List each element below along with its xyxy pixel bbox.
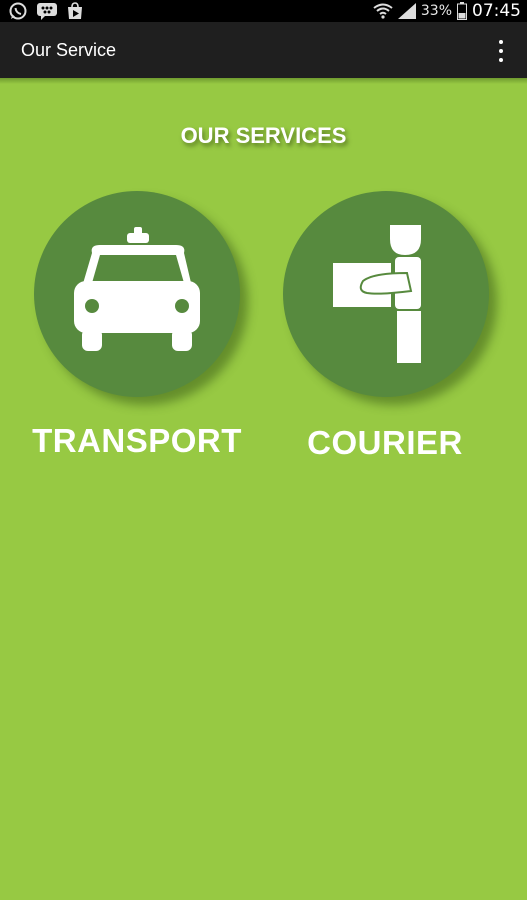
overflow-menu-icon[interactable] (497, 40, 505, 62)
status-bar: 33% 07:45 (0, 0, 527, 22)
play-store-icon (68, 2, 82, 19)
section-heading: OUR SERVICES (180, 123, 347, 148)
action-bar: Our Service (0, 22, 527, 78)
courier-label[interactable]: COURIER (255, 424, 515, 462)
clock: 07:45 (472, 1, 521, 21)
whatsapp-icon (9, 2, 27, 20)
courier-button[interactable] (283, 191, 489, 397)
action-bar-shadow (0, 78, 527, 84)
bbm-icon (37, 3, 57, 20)
taxi-icon (74, 227, 200, 351)
transport-label[interactable]: TRANSPORT (7, 422, 267, 460)
page-title: Our Service (21, 40, 117, 60)
battery-percent: 33% (420, 3, 452, 19)
battery-icon (457, 2, 467, 20)
transport-button[interactable] (34, 191, 240, 397)
courier-icon (333, 225, 421, 363)
wifi-icon (373, 3, 393, 19)
signal-icon (397, 3, 416, 19)
